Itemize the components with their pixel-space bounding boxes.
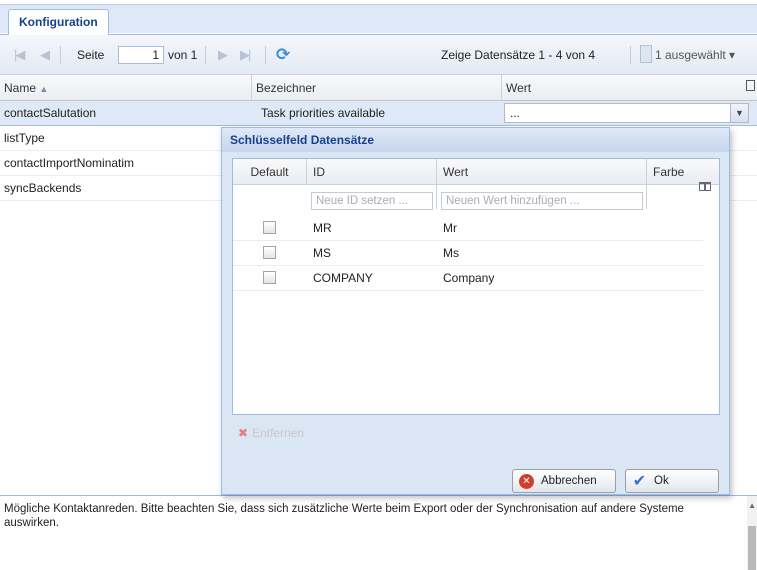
cancel-icon: ✕ xyxy=(519,474,534,489)
list-item[interactable]: COMPANY Company xyxy=(233,266,703,291)
sort-asc-icon: ▲ xyxy=(39,84,49,94)
description-text: Mögliche Kontaktanreden. Bitte beachten … xyxy=(4,503,684,529)
list-item[interactable]: MS Ms xyxy=(233,241,703,266)
page-of-label: von 1 xyxy=(168,48,198,62)
last-page-icon[interactable]: ▶| xyxy=(240,35,251,75)
record-id: MS xyxy=(313,246,331,260)
selection-checkbox[interactable] xyxy=(640,45,652,63)
table-row[interactable]: contactSalutation Task priorities availa… xyxy=(0,101,757,126)
new-id-input[interactable]: Neue ID setzen ... xyxy=(311,192,433,210)
cell-name: listType xyxy=(4,131,45,145)
cell-name: contactSalutation xyxy=(4,106,97,120)
record-value: Mr xyxy=(443,221,457,235)
records-grid: Default ID Wert Farbe Neue ID setzen ...… xyxy=(232,158,720,415)
combo-value: ... xyxy=(510,106,521,120)
page-label: Seite xyxy=(77,48,105,62)
checkmark-icon: ✔ xyxy=(632,473,647,490)
display-info: Zeige Datensätze 1 - 4 von 4 xyxy=(441,48,596,62)
cell-name: syncBackends xyxy=(4,181,82,195)
description-panel: Mögliche Kontaktanreden. Bitte beachten … xyxy=(0,495,757,570)
default-checkbox[interactable] xyxy=(263,246,276,259)
tab-konfiguration[interactable]: Konfiguration xyxy=(8,9,109,35)
selected-info-button[interactable]: 1 ausgewählt ▾ xyxy=(655,35,735,75)
cell-bezeichner: Task priorities available xyxy=(261,106,386,120)
cancel-button[interactable]: ✕ Abbrechen xyxy=(512,469,616,493)
value-combobox[interactable]: ... ▼ xyxy=(504,103,749,123)
ok-button[interactable]: ✔ Ok xyxy=(625,469,719,493)
remove-button[interactable]: ✖ Entfernen xyxy=(232,418,720,448)
record-value: Ms xyxy=(443,246,459,260)
dialog-title: Schlüsselfeld Datensätze xyxy=(222,128,729,152)
cell-name: contactImportNominatim xyxy=(4,156,135,170)
page-number-input[interactable]: 1 xyxy=(118,46,164,64)
default-checkbox[interactable] xyxy=(263,271,276,284)
keyfield-dialog: Schlüsselfeld Datensätze Default ID Wert… xyxy=(221,127,730,495)
new-value-input[interactable]: Neuen Wert hinzufügen ... xyxy=(441,192,643,210)
grid-header: Name ▲ Bezeichner Wert xyxy=(0,75,757,101)
scrollbar[interactable]: ▲ xyxy=(747,496,757,570)
chevron-down-icon[interactable]: ▼ xyxy=(730,104,748,122)
list-item[interactable]: MR Mr xyxy=(233,216,703,241)
tab-strip: Konfiguration xyxy=(0,0,757,35)
delete-icon: ✖ xyxy=(238,426,249,440)
paging-toolbar: |◀ ◀ Seite 1 von 1 ▶ ▶| ⟳ Zeige Datensät… xyxy=(0,35,757,75)
default-checkbox[interactable] xyxy=(263,221,276,234)
column-wert[interactable]: Wert xyxy=(502,75,757,101)
first-page-icon[interactable]: |◀ xyxy=(14,35,25,75)
column-name[interactable]: Name ▲ xyxy=(0,75,252,101)
next-page-icon[interactable]: ▶ xyxy=(218,35,228,75)
column-menu-icon[interactable] xyxy=(746,80,755,91)
prev-page-icon[interactable]: ◀ xyxy=(40,35,50,75)
record-id: COMPANY xyxy=(313,271,373,285)
record-id: MR xyxy=(313,221,332,235)
column-bezeichner[interactable]: Bezeichner xyxy=(252,75,502,101)
column-default[interactable]: Default xyxy=(233,159,307,185)
columns-icon[interactable] xyxy=(699,182,711,191)
record-value: Company xyxy=(443,271,495,285)
refresh-icon[interactable]: ⟳ xyxy=(276,35,290,75)
